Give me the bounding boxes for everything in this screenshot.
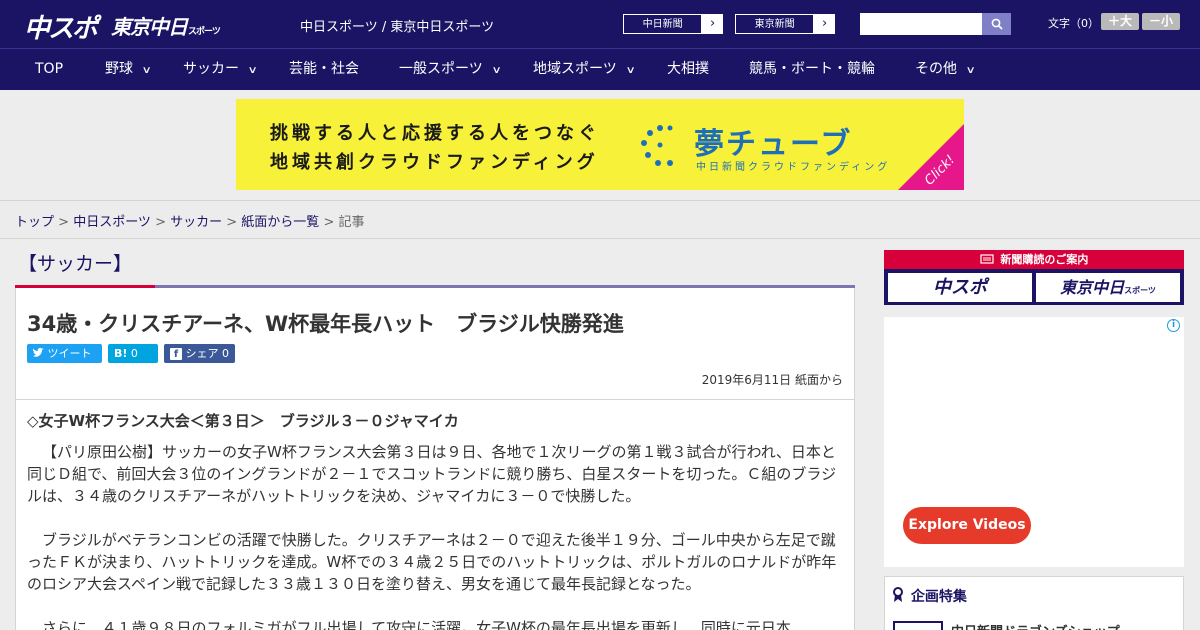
facebook-share-button[interactable]: f シェア 0 bbox=[164, 344, 235, 363]
breadcrumb-separator: > bbox=[222, 215, 242, 230]
site-names: 中日スポーツ / 東京中日スポーツ bbox=[300, 20, 495, 35]
twitter-icon bbox=[32, 347, 44, 357]
article-subhead: ◇女子W杯フランス大会＜第３日＞ ブラジル３－０ジャマイカ bbox=[27, 412, 459, 430]
feature-item-link[interactable]: 中日新聞ドラゴンズショップ bbox=[951, 621, 1120, 630]
breadcrumb-separator: > bbox=[54, 215, 74, 230]
facebook-label: シェア bbox=[185, 347, 219, 360]
crowdfunding-banner[interactable]: 挑戦する人と応援する人をつなぐ 地域共創クラウドファンディング 夢チューブ 中日… bbox=[236, 99, 964, 190]
nav-label: サッカー bbox=[183, 61, 239, 77]
video-ad: i Explore Videos bbox=[884, 317, 1184, 567]
facebook-icon: f bbox=[170, 348, 182, 360]
main-nav: TOP 野球 ∨ サッカー ∨ 芸能・社会 一般スポーツ ∨ 地域スポーツ ∨ 大相撲 … bbox=[0, 48, 1200, 90]
article-date: 2019年6月11日 紙面から bbox=[701, 373, 843, 387]
search-icon bbox=[991, 18, 1003, 30]
feature-box: 企画特集 中日新聞ドラゴンズショップ bbox=[884, 576, 1184, 630]
nav-label: 芸能・社会 bbox=[289, 61, 359, 77]
article-body: ◇女子W杯フランス大会＜第３日＞ ブラジル３－０ジャマイカ 【パリ原田公樹】サッ… bbox=[15, 399, 855, 630]
feature-title: 企画特集 bbox=[893, 586, 967, 606]
chevron-right-icon: › bbox=[822, 16, 828, 31]
tokyo-logo-text: 東京中日 bbox=[111, 15, 188, 39]
banner-text: 挑戦する人と応援する人をつなぐ 地域共創クラウドファンディング bbox=[270, 119, 600, 177]
facebook-count: 0 bbox=[222, 347, 229, 360]
font-size-increase-button[interactable]: ＋大 bbox=[1101, 13, 1139, 30]
nav-item-baseball[interactable]: 野球 ∨ bbox=[105, 49, 152, 90]
tweet-label: ツイート bbox=[47, 347, 92, 360]
subscription-box: 新聞購読のご案内 中スポ 東京中日スポーツ bbox=[884, 250, 1184, 305]
chevron-right-icon: › bbox=[710, 16, 716, 31]
chevron-down-icon: ∨ bbox=[247, 65, 258, 76]
nav-item-regional-sports[interactable]: 地域スポーツ ∨ bbox=[533, 49, 636, 90]
subscribe-tokyo-suffix: スポーツ bbox=[1124, 286, 1156, 295]
chevron-down-icon: ∨ bbox=[965, 65, 976, 76]
breadcrumb-soccer[interactable]: サッカー bbox=[170, 215, 222, 230]
breadcrumb: トップ > 中日スポーツ > サッカー > 紙面から一覧 > 記事 bbox=[15, 211, 365, 230]
chuspo-logo[interactable]: 中スポ bbox=[24, 8, 98, 45]
nav-item-other[interactable]: その他 ∨ bbox=[915, 49, 976, 90]
search-input[interactable] bbox=[860, 13, 983, 35]
newspaper-icon bbox=[979, 254, 994, 264]
hatena-count: 0 bbox=[130, 347, 138, 360]
breadcrumb-paper-list[interactable]: 紙面から一覧 bbox=[241, 215, 319, 230]
feature-title-text: 企画特集 bbox=[910, 589, 967, 605]
nav-label: 地域スポーツ bbox=[533, 61, 617, 77]
subscribe-tokyo-chunichi-button[interactable]: 東京中日スポーツ bbox=[1036, 273, 1180, 302]
article-paragraph: さらに、４１歳９８日のフォルミガがフル出場して攻守に活躍。女子W杯の最年長出場を… bbox=[42, 619, 791, 630]
tokyo-chunichi-logo[interactable]: 東京中日スポーツ bbox=[111, 11, 221, 40]
chevron-down-icon: ∨ bbox=[625, 65, 636, 76]
nav-item-entertainment[interactable]: 芸能・社会 bbox=[289, 49, 359, 90]
nav-label: 一般スポーツ bbox=[399, 61, 483, 77]
banner-line2: 地域共創クラウドファンディング bbox=[270, 152, 599, 173]
article-title: 34歳・クリスチアーネ、W杯最年長ハット ブラジル快勝発進 bbox=[27, 312, 624, 336]
nav-item-general-sports[interactable]: 一般スポーツ ∨ bbox=[399, 49, 502, 90]
site-header: 中スポ 東京中日スポーツ 中日スポーツ / 東京中日スポーツ 中日新聞 › 東京… bbox=[0, 0, 1200, 48]
nav-item-soccer[interactable]: サッカー ∨ bbox=[183, 49, 258, 90]
nav-label: 競馬・ボート・競輪 bbox=[749, 61, 875, 77]
hatena-bookmark-button[interactable]: B! 0 bbox=[108, 344, 158, 363]
chunichi-shimbun-label: 中日新聞 bbox=[623, 14, 703, 34]
article-paragraph: ブラジルがベテランコンビの活躍で快勝した。クリスチアーネは２－０で迎えた後半１９… bbox=[27, 531, 837, 593]
nav-item-top[interactable]: TOP bbox=[35, 49, 63, 90]
breadcrumb-top[interactable]: トップ bbox=[15, 215, 54, 230]
breadcrumb-current: 記事 bbox=[338, 215, 365, 230]
font-size-decrease-button[interactable]: －小 bbox=[1142, 13, 1180, 30]
tokyo-shimbun-link[interactable]: 東京新聞 › bbox=[734, 13, 836, 35]
banner-line1: 挑戦する人と応援する人をつなぐ bbox=[270, 123, 600, 144]
banner-logo: 夢チューブ bbox=[694, 127, 853, 162]
tweet-button[interactable]: ツイート bbox=[27, 344, 102, 363]
subscription-title: 新聞購読のご案内 bbox=[884, 250, 1184, 269]
search-button[interactable] bbox=[982, 13, 1011, 35]
subscription-title-text: 新聞購読のご案内 bbox=[1000, 253, 1089, 266]
subscribe-chuspo-button[interactable]: 中スポ bbox=[888, 273, 1032, 302]
chevron-down-icon: ∨ bbox=[141, 65, 152, 76]
feature-thumbnail[interactable] bbox=[893, 621, 943, 630]
ribbon-icon bbox=[893, 587, 903, 602]
article-paragraph: 【パリ原田公樹】サッカーの女子W杯フランス大会第３日は９日、各地で１次リーグの第… bbox=[27, 443, 837, 505]
explore-videos-button[interactable]: Explore Videos bbox=[903, 507, 1031, 544]
article-category: 【サッカー】 bbox=[18, 253, 133, 275]
dots-logo-icon bbox=[641, 125, 673, 166]
tokyo-shimbun-label: 東京新聞 bbox=[735, 14, 815, 34]
nav-label: その他 bbox=[915, 61, 957, 77]
article-header: 34歳・クリスチアーネ、W杯最年長ハット ブラジル快勝発進 ツイート B! 0 … bbox=[15, 288, 855, 400]
font-size-label: 文字（0） bbox=[1048, 17, 1099, 30]
tokyo-logo-suffix: スポーツ bbox=[188, 27, 221, 37]
subscribe-tokyo-label: 東京中日 bbox=[1060, 278, 1125, 297]
banner-subtitle: 中日新聞クラウドファンディング bbox=[696, 162, 891, 173]
chevron-down-icon: ∨ bbox=[491, 65, 502, 76]
nav-label: TOP bbox=[35, 61, 64, 77]
breadcrumb-separator: > bbox=[319, 215, 339, 230]
chunichi-shimbun-link[interactable]: 中日新聞 › bbox=[622, 13, 724, 35]
nav-item-racing[interactable]: 競馬・ボート・競輪 bbox=[749, 49, 875, 90]
breadcrumb-separator: > bbox=[150, 215, 171, 230]
hatena-bookmark-icon: B! bbox=[114, 347, 128, 360]
nav-item-sumo[interactable]: 大相撲 bbox=[667, 49, 709, 90]
breadcrumb-bar: トップ > 中日スポーツ > サッカー > 紙面から一覧 > 記事 bbox=[0, 200, 1200, 239]
nav-label: 野球 bbox=[105, 61, 133, 77]
nav-label: 大相撲 bbox=[667, 61, 709, 77]
ad-info-icon[interactable]: i bbox=[1167, 319, 1180, 332]
breadcrumb-chunichi-sports[interactable]: 中日スポーツ bbox=[73, 215, 151, 230]
